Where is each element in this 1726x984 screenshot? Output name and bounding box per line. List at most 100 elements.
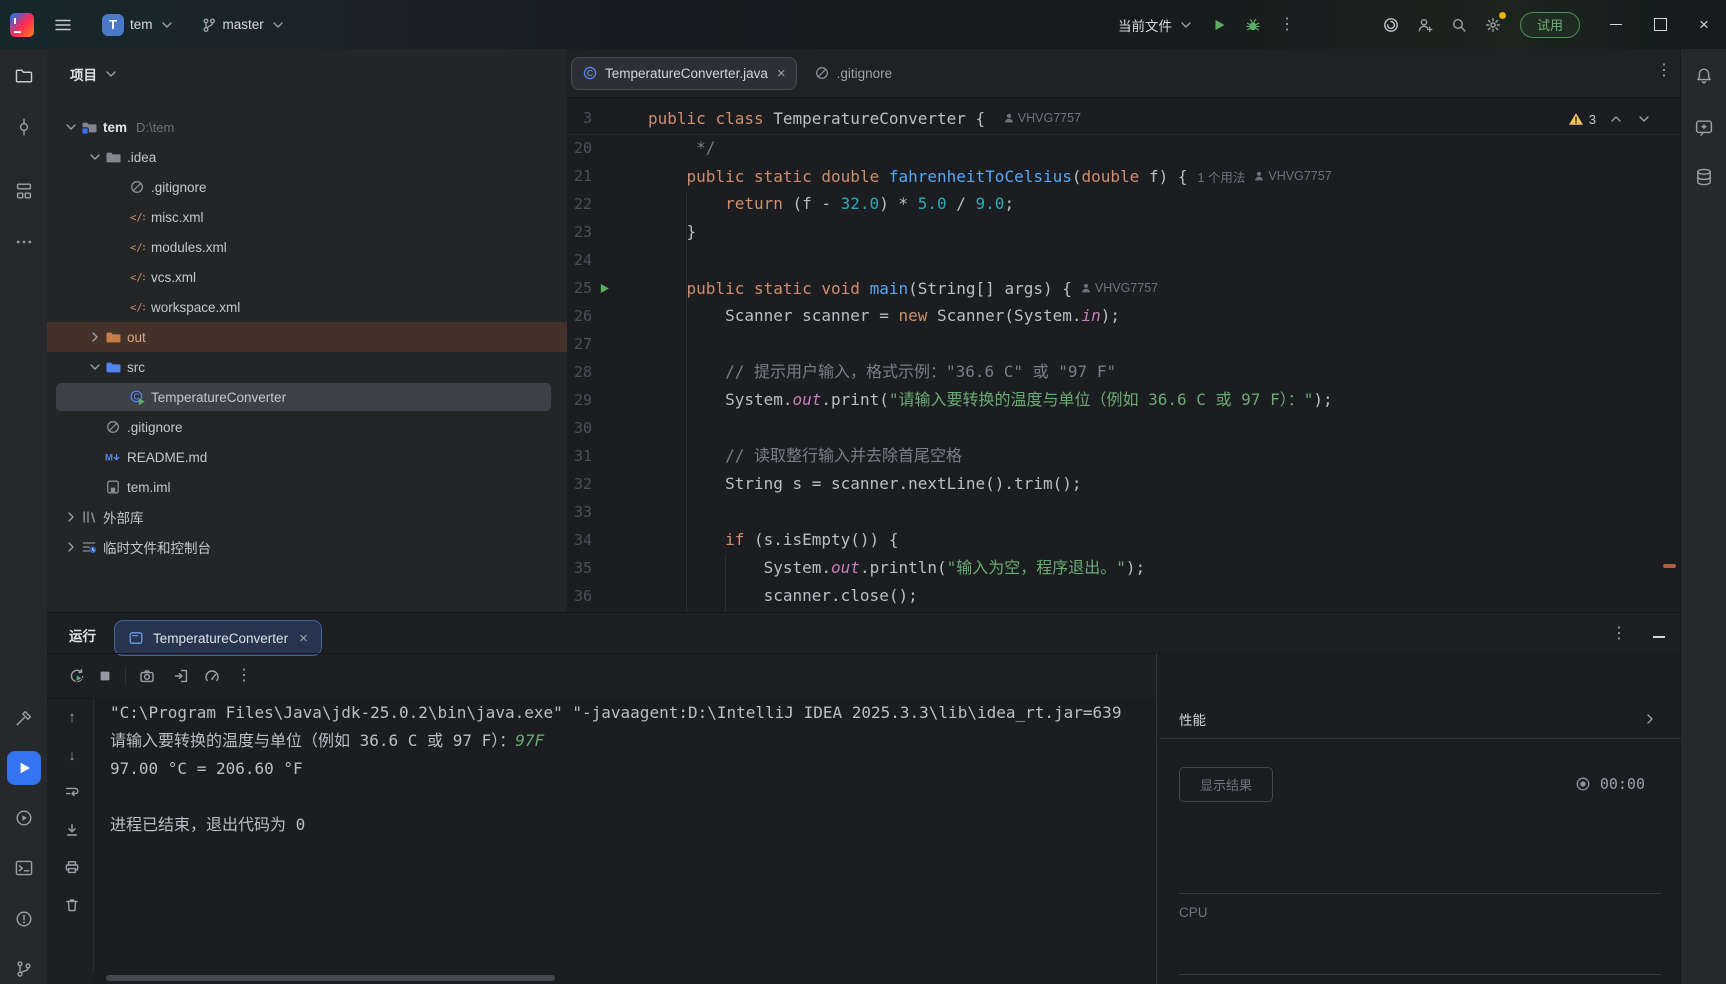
services-tool-button[interactable] (7, 801, 41, 835)
trial-button[interactable]: 试用 (1520, 12, 1580, 38)
more-actions-button[interactable]: ⋮ (1270, 10, 1304, 40)
chevron-right-icon[interactable] (85, 329, 105, 345)
database-tool-button[interactable] (1687, 160, 1721, 194)
tree-item-.gitignore[interactable]: .gitignore (47, 412, 567, 442)
code-line-29[interactable]: 29 System.out.print("请输入要转换的温度与单位（例如 36.… (567, 386, 1680, 414)
code-line-33[interactable]: 33 (567, 498, 1680, 526)
tree-item-temperatureconverter[interactable]: CTemperatureConverter (47, 382, 567, 412)
ai-assistant-button[interactable] (1374, 10, 1408, 40)
console-output[interactable]: "C:\Program Files\Java\jdk-25.0.2\bin\ja… (110, 699, 1156, 859)
rerun-button[interactable] (64, 663, 90, 689)
code-line-24[interactable]: 24 (567, 246, 1680, 274)
tree-item-workspace.xml[interactable]: </>workspace.xml (47, 292, 567, 322)
code-line-26[interactable]: 26 Scanner scanner = new Scanner(System.… (567, 302, 1680, 330)
tree-item-readme.md[interactable]: MREADME.md (47, 442, 567, 472)
print-button[interactable] (59, 854, 85, 880)
code-line-20[interactable]: 20 */ (567, 134, 1680, 162)
snapshot-button[interactable] (134, 663, 160, 689)
tree-item-tem[interactable]: temD:\tem (47, 112, 567, 142)
debug-button[interactable] (1236, 10, 1270, 40)
sticky-header-line[interactable]: 3public class TemperatureConverter { VHV… (567, 104, 1680, 135)
code-line-34[interactable]: 34 if (s.isEmpty()) { (567, 526, 1680, 554)
build-tool-button[interactable] (7, 701, 41, 735)
branch-widget[interactable]: master (193, 10, 294, 40)
run-tool-button[interactable] (7, 751, 41, 785)
code-line-36[interactable]: 36 scanner.close(); (567, 582, 1680, 610)
tree-item-modules.xml[interactable]: </>modules.xml (47, 232, 567, 262)
up-stack-button[interactable]: ↑ (59, 704, 85, 730)
tree-item-out[interactable]: out (47, 322, 567, 352)
tree-item-misc.xml[interactable]: </>misc.xml (47, 202, 567, 232)
horizontal-scrollbar[interactable] (106, 975, 555, 981)
expand-panel-icon[interactable] (1642, 711, 1658, 727)
tree-item-.gitignore[interactable]: .gitignore (47, 172, 567, 202)
chevron-right-icon[interactable] (61, 509, 81, 525)
code-line-28[interactable]: 28 // 提示用户输入，格式示例："36.6 C" 或 "97 F" (567, 358, 1680, 386)
notifications-button[interactable] (1687, 59, 1721, 93)
problems-tool-button[interactable] (7, 902, 41, 936)
tree-item-外部库[interactable]: 外部库 (47, 502, 567, 532)
chevron-down-icon[interactable] (85, 149, 105, 165)
vcs-tool-button[interactable] (7, 952, 41, 984)
close-button[interactable]: × (1682, 0, 1726, 49)
profiler-button[interactable] (199, 663, 225, 689)
code-line-27[interactable]: 27 (567, 330, 1680, 358)
code-line-21[interactable]: 21 public static double fahrenheitToCels… (567, 162, 1680, 190)
tree-item-.idea[interactable]: .idea (47, 142, 567, 172)
tree-item-tem.iml[interactable]: tem.iml (47, 472, 567, 502)
tree-item-vcs.xml[interactable]: </>vcs.xml (47, 262, 567, 292)
tab-options-icon[interactable]: ⋮ (1656, 63, 1672, 79)
main-menu-icon[interactable] (46, 10, 80, 40)
code-line-30[interactable]: 30 (567, 414, 1680, 442)
thread-dump-button[interactable] (168, 663, 194, 689)
code-with-me-button[interactable] (1408, 10, 1442, 40)
ai-chat-tool-button[interactable] (1687, 111, 1721, 145)
run-tab-temperatureconverter[interactable]: TemperatureConverter × (115, 621, 321, 655)
hide-panel-button[interactable] (1645, 625, 1673, 649)
show-results-button[interactable]: 显示结果 (1179, 767, 1273, 802)
chevron-down-icon[interactable] (103, 66, 119, 82)
soft-wrap-button[interactable] (59, 779, 85, 805)
minimize-button[interactable] (1594, 0, 1638, 49)
more-tools-button[interactable] (7, 225, 41, 259)
stop-button[interactable] (92, 663, 118, 689)
run-line-gutter-icon[interactable] (592, 274, 616, 302)
down-stack-button[interactable]: ↓ (59, 742, 85, 768)
clear-console-button[interactable] (59, 892, 85, 918)
code-line-31[interactable]: 31 // 读取整行输入并去除首尾空格 (567, 442, 1680, 470)
inspection-warnings-widget[interactable]: 3 (1568, 111, 1596, 127)
structure-tool-button[interactable] (7, 174, 41, 208)
prev-problem-icon[interactable] (1608, 111, 1624, 127)
terminal-tool-button[interactable] (7, 851, 41, 885)
run-button[interactable] (1202, 10, 1236, 40)
search-everywhere-button[interactable] (1442, 10, 1476, 40)
code-line-23[interactable]: 23 } (567, 218, 1680, 246)
error-stripe-mark[interactable] (1663, 564, 1676, 568)
code-line-3[interactable]: 3public class TemperatureConverter { VHV… (567, 104, 1680, 132)
chevron-down-icon[interactable] (61, 119, 81, 135)
scroll-to-end-button[interactable] (59, 817, 85, 843)
project-panel-title[interactable]: 项目 (70, 64, 97, 84)
tab-temperatureconverter-java[interactable]: C TemperatureConverter.java × (572, 58, 796, 89)
code-line-32[interactable]: 32 String s = scanner.nextLine().trim(); (567, 470, 1680, 498)
panel-options-icon[interactable]: ⋮ (1611, 626, 1627, 642)
code-viewport[interactable]: 20 */21 public static double fahrenheitT… (567, 134, 1680, 612)
run-config-selector[interactable]: 当前文件 (1110, 10, 1202, 40)
code-line-35[interactable]: 35 System.out.println("输入为空，程序退出。"); (567, 554, 1680, 582)
code-line-25[interactable]: 25 public static void main(String[] args… (567, 274, 1680, 302)
code-line-22[interactable]: 22 return (f - 32.0) * 5.0 / 9.0; (567, 190, 1680, 218)
console-more-button[interactable]: ⋮ (231, 663, 257, 689)
commit-tool-button[interactable] (7, 110, 41, 144)
project-widget[interactable]: T tem (94, 10, 183, 40)
chevron-down-icon[interactable] (85, 359, 105, 375)
next-problem-icon[interactable] (1636, 111, 1652, 127)
maximize-button[interactable] (1638, 0, 1682, 49)
close-icon[interactable]: × (777, 66, 786, 81)
close-icon[interactable]: × (299, 631, 308, 646)
tree-item-src[interactable]: src (47, 352, 567, 382)
chevron-right-icon[interactable] (61, 539, 81, 555)
tab-gitignore[interactable]: .gitignore (804, 58, 903, 89)
project-tool-button[interactable] (7, 59, 41, 93)
settings-button[interactable] (1476, 10, 1510, 40)
tree-item-临时文件和控制台[interactable]: 临时文件和控制台 (47, 532, 567, 562)
